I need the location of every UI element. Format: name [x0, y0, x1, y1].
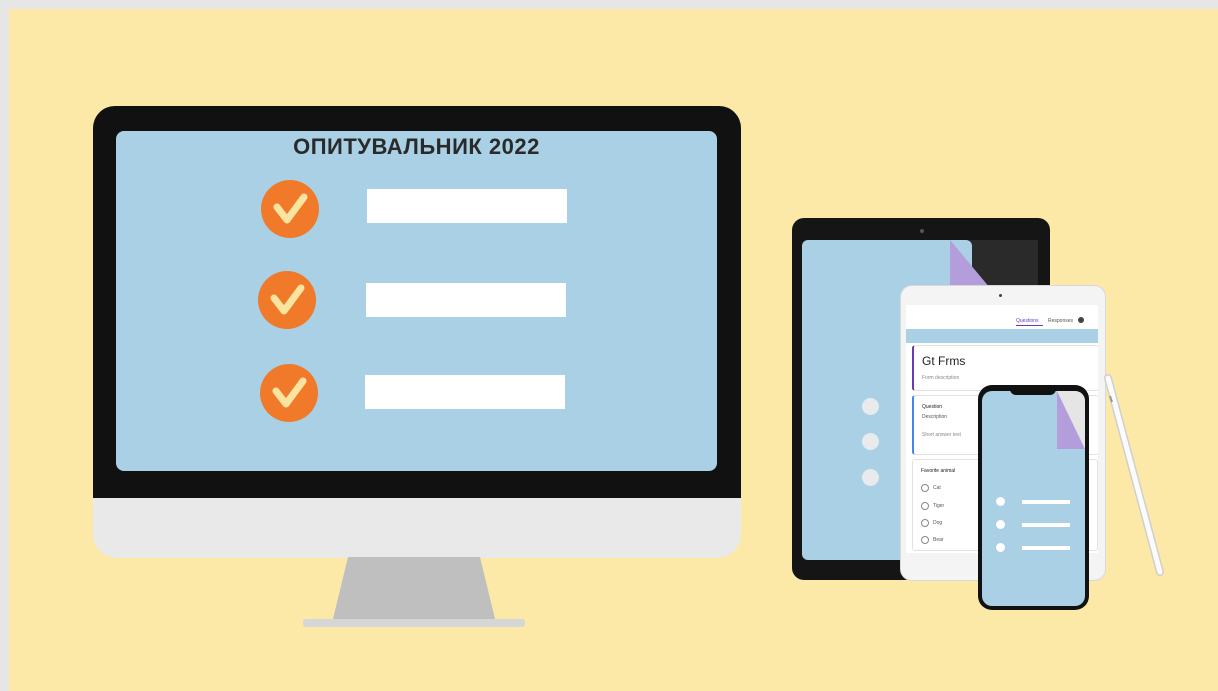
- bullet-dot: [862, 398, 879, 415]
- list-line: [1022, 500, 1070, 504]
- question-description: Description: [922, 414, 948, 420]
- checkmark-circle-icon: [261, 180, 319, 238]
- bullet-dot: [996, 497, 1005, 506]
- form-description: Form description: [922, 375, 960, 381]
- page-fold-icon: [1057, 391, 1085, 449]
- option-label: Tiger: [933, 503, 945, 509]
- radio-button[interactable]: [921, 536, 929, 544]
- stylus: [1104, 374, 1164, 576]
- bullet-dot: [996, 543, 1005, 552]
- question-title: Question: [922, 404, 943, 410]
- radio-button[interactable]: [921, 502, 929, 510]
- monitor-stand: [303, 557, 525, 627]
- avatar: [1078, 317, 1084, 323]
- list-line: [1022, 546, 1070, 550]
- answer-bar: [367, 189, 567, 223]
- option-label: Cat: [933, 485, 941, 491]
- option-label: Dog: [933, 520, 943, 526]
- monitor-chin: [93, 498, 741, 558]
- choice-question-title: Favorite animal: [921, 468, 956, 474]
- bullet-dot: [862, 469, 879, 486]
- survey-title: ОПИТУВАЛЬНИК 2022: [293, 134, 540, 159]
- tab-underline: [1016, 325, 1043, 326]
- form-header-band: [906, 329, 1098, 343]
- option-label: Bear: [933, 537, 944, 543]
- form-title: Gt Frms: [922, 354, 966, 368]
- checkmark-circle-icon: [260, 364, 318, 422]
- tablet-camera: [920, 229, 924, 233]
- tab-responses[interactable]: Responses: [1048, 318, 1073, 324]
- bullet-dot: [862, 433, 879, 450]
- short-answer-field[interactable]: Short answer text: [922, 432, 961, 438]
- page-fold-icon: [950, 240, 990, 288]
- tab-questions[interactable]: Questions: [1016, 318, 1039, 324]
- answer-bar: [365, 375, 565, 409]
- list-line: [1022, 523, 1070, 527]
- checkmark-circle-icon: [258, 271, 316, 329]
- bullet-dot: [996, 520, 1005, 529]
- answer-bar: [366, 283, 566, 317]
- radio-button[interactable]: [921, 484, 929, 492]
- phone-notch: [1010, 388, 1056, 395]
- ipad-camera: [999, 294, 1002, 297]
- radio-button[interactable]: [921, 519, 929, 527]
